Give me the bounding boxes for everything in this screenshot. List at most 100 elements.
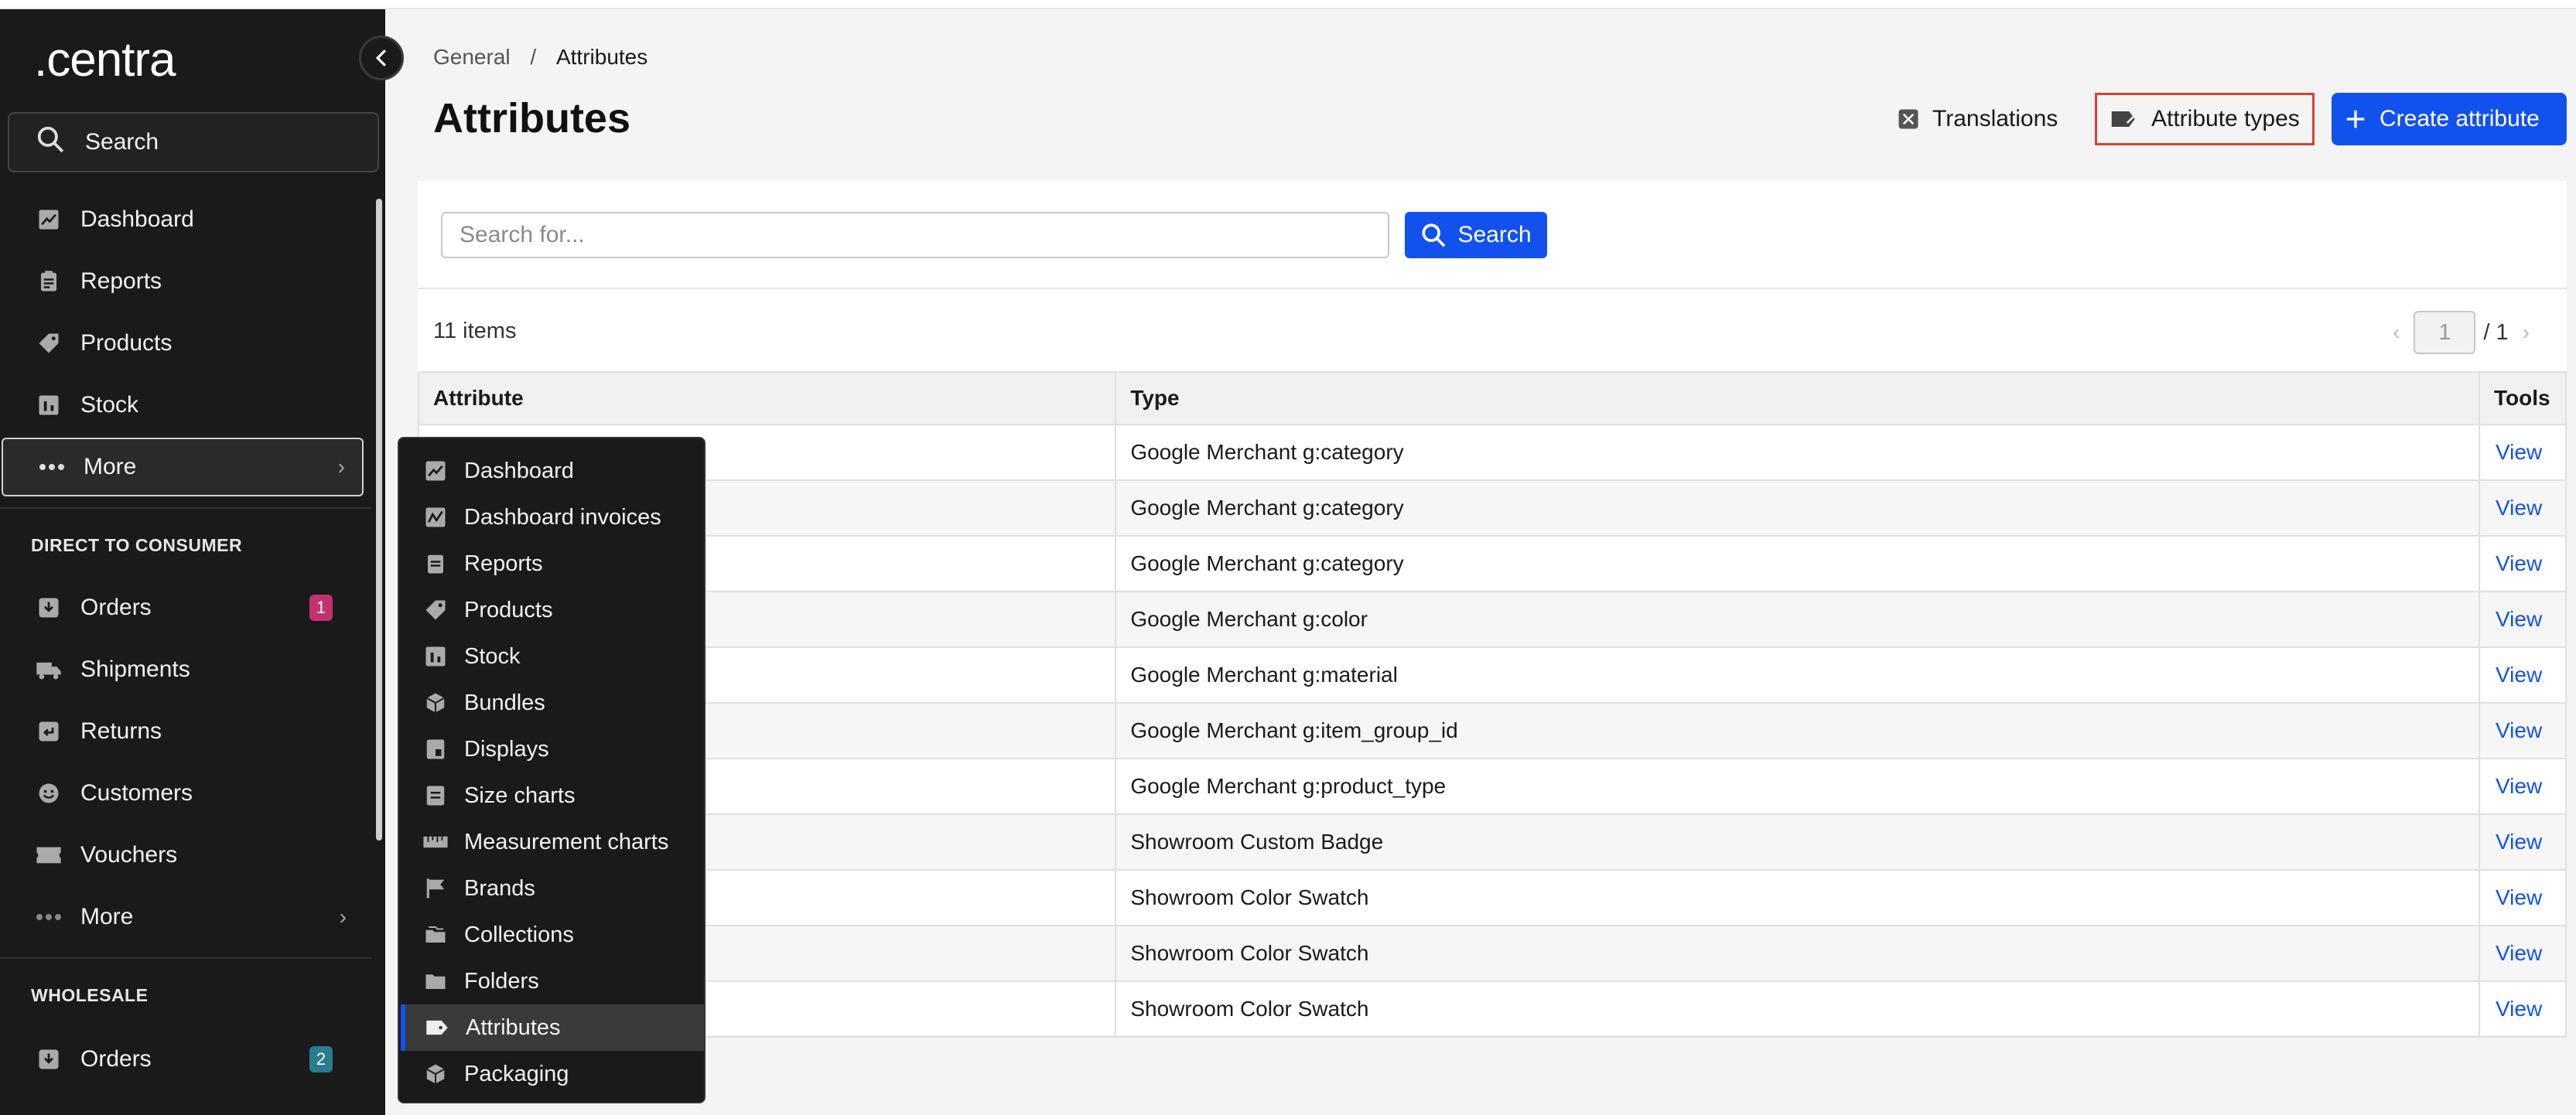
table-row[interactable]: Showroom Color Swatch View — [417, 925, 2567, 982]
return-icon — [36, 718, 62, 745]
collection-icon — [422, 922, 449, 948]
type-cell: Google Merchant g:category — [1115, 479, 2480, 537]
sidebar-item-reports[interactable]: Reports — [0, 252, 364, 311]
menu-item-folders[interactable]: Folders — [399, 958, 705, 1004]
attributes-panel: Search 11 items ‹ 1 / 1 › Attribute Type… — [417, 181, 2567, 1038]
create-attribute-button[interactable]: Create attribute — [2332, 93, 2567, 145]
type-cell: Google Merchant g:category — [1115, 535, 2480, 592]
sidebar-item-wholesale-orders[interactable]: Orders 2 — [0, 1030, 364, 1089]
sidebar-item-vouchers[interactable]: Vouchers — [0, 826, 364, 885]
menu-item-products[interactable]: Products — [399, 587, 705, 633]
sidebar-search[interactable]: Search — [8, 112, 379, 172]
sidebar-item-label: Reports — [80, 268, 162, 294]
sidebar-item-customers[interactable]: Customers — [0, 764, 364, 823]
sidebar-item-label: Orders — [80, 1046, 152, 1072]
view-link[interactable]: View — [2479, 424, 2567, 481]
view-link[interactable]: View — [2479, 980, 2567, 1038]
table-row[interactable]: Showroom Custom Badge View — [417, 813, 2567, 871]
display-icon — [422, 736, 449, 762]
sidebar-item-label: Products — [80, 330, 173, 356]
chart-icon — [422, 458, 449, 484]
next-page-icon[interactable]: › — [2523, 320, 2530, 345]
logo[interactable]: .centra — [34, 32, 176, 87]
sidebar-item-shipments[interactable]: Shipments — [0, 640, 364, 699]
divider — [0, 507, 371, 509]
menu-item-brands[interactable]: Brands — [399, 865, 705, 912]
view-link[interactable]: View — [2479, 535, 2567, 592]
sidebar-search-label: Search — [85, 129, 159, 155]
page-total: / 1 — [2483, 319, 2509, 345]
menu-item-bundles[interactable]: Bundles — [399, 680, 705, 726]
table-row[interactable]: Google Merchant g:category View — [417, 535, 2567, 592]
table-row[interactable]: Showroom Color Swatch View — [417, 869, 2567, 926]
menu-item-size-charts[interactable]: Size charts — [399, 772, 705, 819]
menu-item-label: Attributes — [466, 1014, 561, 1040]
stock-icon — [422, 643, 449, 670]
divider — [0, 957, 371, 959]
orders-badge: 1 — [309, 595, 333, 621]
attribute-icon — [424, 1014, 450, 1041]
clipboard-icon — [36, 268, 62, 295]
sidebar-item-stock[interactable]: Stock — [0, 376, 364, 435]
view-link[interactable]: View — [2479, 869, 2567, 926]
translations-label: Translations — [1932, 106, 2058, 131]
sidebar-item-dashboard[interactable]: Dashboard — [0, 190, 364, 249]
menu-item-stock[interactable]: Stock — [399, 633, 705, 680]
view-link[interactable]: View — [2479, 479, 2567, 537]
sidebar-item-more[interactable]: More › — [2, 438, 364, 496]
page-input[interactable]: 1 — [2414, 311, 2476, 354]
sidebar-item-returns[interactable]: Returns — [0, 702, 364, 761]
menu-item-collections[interactable]: Collections — [399, 912, 705, 958]
type-cell: Showroom Color Swatch — [1115, 980, 2480, 1038]
sidebar-item-orders[interactable]: Orders 1 — [0, 578, 364, 637]
page-title: Attributes — [433, 95, 630, 142]
table-row[interactable]: Google Merchant g:color View — [417, 591, 2567, 648]
sidebar-item-products[interactable]: Products — [0, 314, 364, 373]
menu-item-measurement-charts[interactable]: Measurement charts — [399, 819, 705, 865]
chart-icon — [36, 206, 62, 233]
view-link[interactable]: View — [2479, 646, 2567, 704]
menu-item-label: Brands — [464, 875, 535, 901]
table-row[interactable]: Showroom Color Swatch View — [417, 980, 2567, 1038]
sidebar-item-label: Stock — [80, 392, 139, 418]
view-link[interactable]: View — [2479, 702, 2567, 759]
view-link[interactable]: View — [2479, 591, 2567, 648]
table-row[interactable]: Google Merchant g:category View — [417, 479, 2567, 537]
truck-icon — [36, 656, 62, 683]
search-row: Search — [418, 181, 2567, 289]
menu-item-packaging[interactable]: Packaging — [399, 1051, 705, 1097]
size-chart-icon — [422, 783, 449, 809]
collapse-sidebar-button[interactable] — [359, 36, 404, 80]
sidebar-item-label: Returns — [80, 718, 162, 744]
menu-item-displays[interactable]: Displays — [399, 726, 705, 772]
menu-item-label: Collections — [464, 922, 574, 947]
sidebar-item-dtc-more[interactable]: More › — [0, 888, 364, 946]
column-header-type[interactable]: Type — [1115, 371, 2480, 425]
menu-item-dashboard-invoices[interactable]: Dashboard invoices — [399, 494, 705, 540]
menu-item-label: Dashboard invoices — [464, 504, 661, 530]
view-link[interactable]: View — [2479, 758, 2567, 815]
search-button[interactable]: Search — [1405, 212, 1547, 258]
search-input[interactable] — [441, 212, 1389, 258]
tag-icon — [36, 330, 62, 356]
menu-item-attributes[interactable]: Attributes — [401, 1004, 704, 1051]
table-row[interactable]: Google Merchant g:item_group_id View — [417, 702, 2567, 759]
menu-item-dashboard[interactable]: Dashboard — [399, 448, 705, 494]
sidebar-scrollbar[interactable] — [376, 199, 382, 841]
prev-page-icon[interactable]: ‹ — [2393, 320, 2400, 345]
table-row[interactable]: Google Merchant g:material View — [417, 646, 2567, 704]
section-title-wholesale: WHOLESALE — [31, 985, 149, 1005]
column-header-attribute[interactable]: Attribute — [417, 371, 1117, 425]
table-row[interactable]: Google Merchant g:category View — [417, 424, 2567, 481]
table-row[interactable]: Google Merchant g:product_type View — [417, 758, 2567, 815]
view-link[interactable]: View — [2479, 925, 2567, 982]
type-cell: Showroom Custom Badge — [1115, 813, 2480, 871]
translations-button[interactable]: Translations — [1884, 93, 2070, 145]
chevron-left-icon — [375, 49, 387, 66]
breadcrumb-parent[interactable]: General — [433, 45, 511, 69]
view-link[interactable]: View — [2479, 813, 2567, 871]
menu-item-reports[interactable]: Reports — [399, 540, 705, 587]
menu-item-label: Packaging — [464, 1061, 569, 1086]
smile-icon — [36, 780, 62, 806]
attribute-types-button[interactable]: Attribute types — [2095, 93, 2315, 145]
